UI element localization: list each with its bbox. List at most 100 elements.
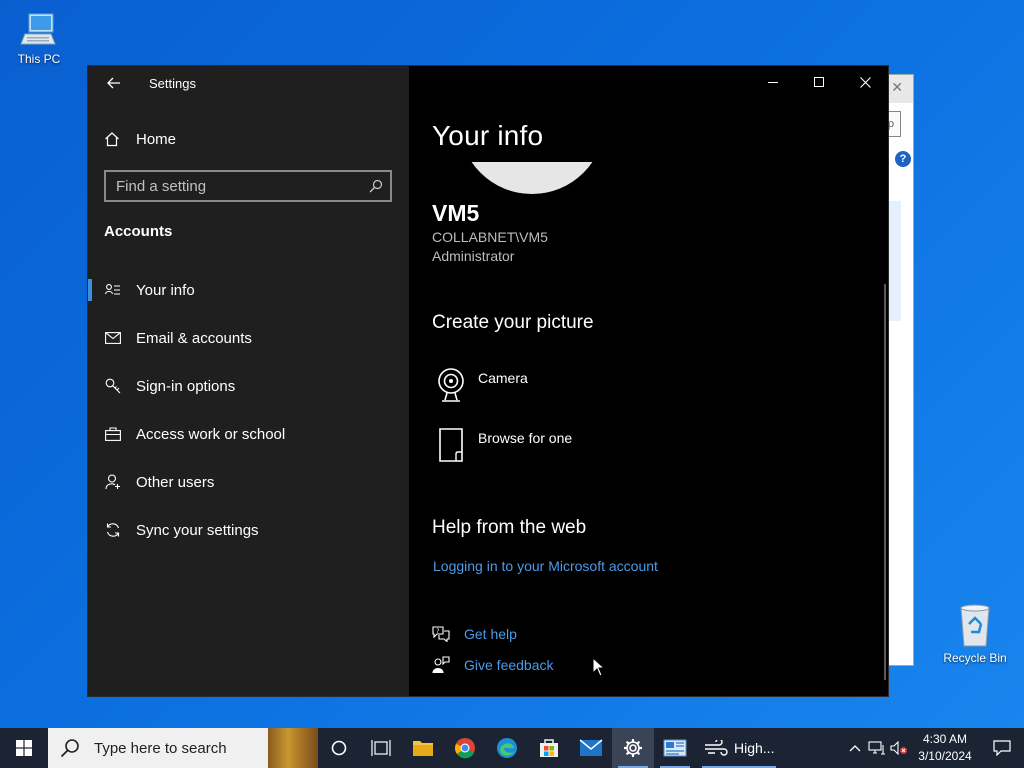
mouse-cursor-icon [592, 657, 606, 677]
camera-option[interactable]: Camera [432, 366, 528, 404]
recycle-bin-desktop-icon[interactable]: Recycle Bin [942, 602, 1008, 665]
key-icon [104, 377, 122, 395]
task-view-button[interactable] [360, 728, 402, 768]
settings-window: Settings Home Accounts Your [87, 65, 889, 697]
briefcase-icon [104, 425, 122, 443]
taskbar-search-box[interactable]: Type here to search [48, 728, 318, 768]
windows-logo-icon [16, 740, 32, 756]
taskbar-search-placeholder: Type here to search [94, 739, 227, 757]
network-button[interactable] [866, 728, 888, 768]
camera-icon [432, 366, 470, 404]
home-icon [105, 132, 119, 147]
scrollbar[interactable] [884, 284, 886, 680]
help-icon[interactable]: ? [895, 151, 911, 167]
back-button[interactable] [104, 73, 124, 93]
clock-date: 3/10/2024 [918, 749, 972, 763]
sidebar-item-sign-in-options[interactable]: Sign-in options [88, 362, 409, 410]
microsoft-account-help-link[interactable]: Logging in to your Microsoft account [433, 558, 658, 574]
sidebar-item-label: Sign-in options [136, 377, 236, 395]
home-nav-item[interactable]: Home [104, 128, 176, 150]
find-setting-search [104, 170, 392, 202]
home-label: Home [136, 130, 177, 148]
store-icon [540, 739, 558, 757]
cortana-button[interactable] [318, 728, 360, 768]
browse-label: Browse for one [478, 430, 573, 446]
app-title: Settings [149, 75, 196, 91]
search-input[interactable] [106, 177, 362, 195]
sync-icon [104, 521, 122, 539]
settings-sidebar: Settings Home Accounts Your [88, 66, 409, 696]
feedback-icon [432, 656, 450, 674]
maximize-icon [814, 77, 824, 87]
store-button[interactable] [528, 728, 570, 768]
weather-label: High... [734, 740, 775, 756]
this-pc-desktop-icon[interactable]: This PC [7, 10, 71, 66]
accounts-section-label: Accounts [104, 223, 173, 240]
give-feedback-link[interactable]: Give feedback [432, 656, 554, 674]
minimize-button[interactable] [750, 66, 796, 98]
sidebar-item-other-users[interactable]: Other users [88, 458, 409, 506]
get-help-link[interactable]: ? Get help [432, 625, 517, 643]
sidebar-item-your-info[interactable]: Your info [88, 266, 409, 314]
show-hidden-icons-button[interactable] [844, 728, 866, 768]
settings-taskbar-button[interactable] [612, 728, 654, 768]
give-feedback-label: Give feedback [464, 657, 554, 673]
system-tray: 4:30 AM 3/10/2024 [844, 728, 1024, 768]
action-center-button[interactable] [980, 728, 1024, 768]
maximize-button[interactable] [796, 66, 842, 98]
gear-icon [624, 739, 642, 757]
control-panel-icon [663, 739, 687, 757]
close-button[interactable] [842, 66, 888, 98]
start-button[interactable] [0, 728, 48, 768]
user-domain: COLLABNET\VM5 [432, 229, 548, 245]
svg-text:?: ? [436, 628, 439, 635]
sidebar-item-label: Other users [136, 473, 215, 491]
network-icon [868, 741, 885, 755]
sidebar-item-label: Sync your settings [136, 521, 259, 539]
minimize-icon [768, 82, 778, 83]
person-add-icon [104, 473, 122, 491]
create-picture-heading: Create your picture [432, 312, 594, 333]
edge-icon [497, 738, 517, 758]
close-icon [859, 76, 871, 88]
edge-button[interactable] [486, 728, 528, 768]
weather-widget[interactable]: High... [696, 728, 782, 768]
task-view-icon [371, 740, 391, 756]
clock[interactable]: 4:30 AM 3/10/2024 [910, 731, 980, 765]
mail-button[interactable] [570, 728, 612, 768]
wind-icon [705, 740, 728, 756]
recycle-bin-icon [960, 604, 990, 647]
sidebar-item-sync-settings[interactable]: Sync your settings [88, 506, 409, 554]
browse-option[interactable]: Browse for one [432, 426, 572, 464]
window-caption-buttons [750, 66, 888, 98]
chevron-up-icon [849, 745, 861, 752]
volume-button[interactable] [888, 728, 910, 768]
chrome-button[interactable] [444, 728, 486, 768]
avatar [459, 162, 605, 194]
search-highlight-image [268, 728, 318, 768]
search-icon[interactable] [362, 179, 390, 193]
mail-icon [579, 739, 603, 756]
page-title: Your info [432, 120, 544, 151]
recycle-bin-label: Recycle Bin [943, 651, 1007, 665]
sidebar-item-access-work[interactable]: Access work or school [88, 410, 409, 458]
this-pc-label: This PC [17, 52, 61, 66]
sidebar-item-label: Your info [136, 281, 195, 299]
title-bar: Settings [88, 66, 409, 100]
user-role: Administrator [432, 248, 515, 264]
search-icon [60, 739, 79, 758]
folder-icon [413, 741, 433, 756]
control-panel-button[interactable] [654, 728, 696, 768]
camera-label: Camera [478, 370, 528, 386]
user-name: VM5 [432, 200, 480, 226]
notification-icon [993, 740, 1011, 756]
taskbar: Type here to search High... 4:30 AM 3/10… [0, 728, 1024, 768]
sidebar-item-label: Access work or school [136, 425, 286, 443]
accounts-nav: Your info Email & accounts Sign-in optio… [88, 266, 409, 554]
sidebar-item-label: Email & accounts [136, 329, 252, 347]
clock-time: 4:30 AM [922, 732, 968, 746]
sidebar-item-email-accounts[interactable]: Email & accounts [88, 314, 409, 362]
computer-icon [19, 10, 59, 50]
chat-help-icon: ? [432, 625, 450, 643]
file-explorer-button[interactable] [402, 728, 444, 768]
